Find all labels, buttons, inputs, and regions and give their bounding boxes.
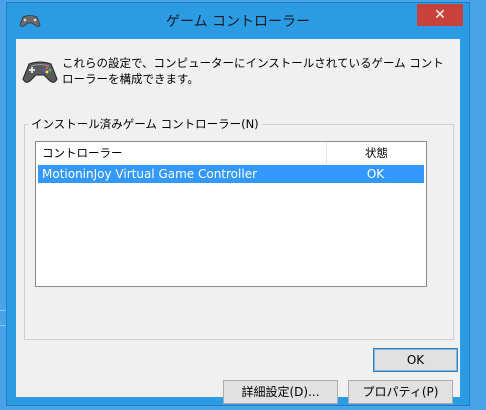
controller-status: OK <box>366 167 385 181</box>
column-header-status[interactable]: 状態 <box>327 142 426 164</box>
controller-list[interactable]: コントローラー 状態 MotioninJoy Virtual Game Cont… <box>35 141 427 287</box>
description-text: これらの設定で、コンピューターにインストールされているゲーム コントローラーを構… <box>62 56 444 86</box>
close-button[interactable]: ✕ <box>417 4 463 26</box>
controller-name: MotioninJoy Virtual Game Controller <box>42 167 258 181</box>
gamepad-icon <box>22 61 58 83</box>
properties-button[interactable]: プロパティ(P) <box>348 380 453 404</box>
advanced-button[interactable]: 詳細設定(D)... <box>223 380 338 404</box>
game-controllers-window: ゲーム コントローラー ✕ これらの設定で、コンピューターにインストールされてい… <box>6 2 470 406</box>
dialog-body: これらの設定で、コンピューターにインストールされているゲーム コントローラーを構… <box>16 39 460 404</box>
title-bar[interactable]: ゲーム コントローラー ✕ <box>7 3 469 39</box>
list-header: コントローラー 状態 <box>36 142 426 164</box>
installed-controllers-group: インストール済みゲーム コントローラー(N) コントローラー 状態 Motion… <box>24 116 454 404</box>
close-icon: ✕ <box>434 7 446 23</box>
window-title: ゲーム コントローラー <box>165 14 311 30</box>
group-label: インストール済みゲーム コントローラー(N) <box>28 116 262 132</box>
ok-button[interactable]: OK <box>373 348 458 372</box>
column-header-controller[interactable]: コントローラー <box>36 142 327 164</box>
list-item[interactable]: MotioninJoy Virtual Game Controller OK <box>38 165 424 183</box>
